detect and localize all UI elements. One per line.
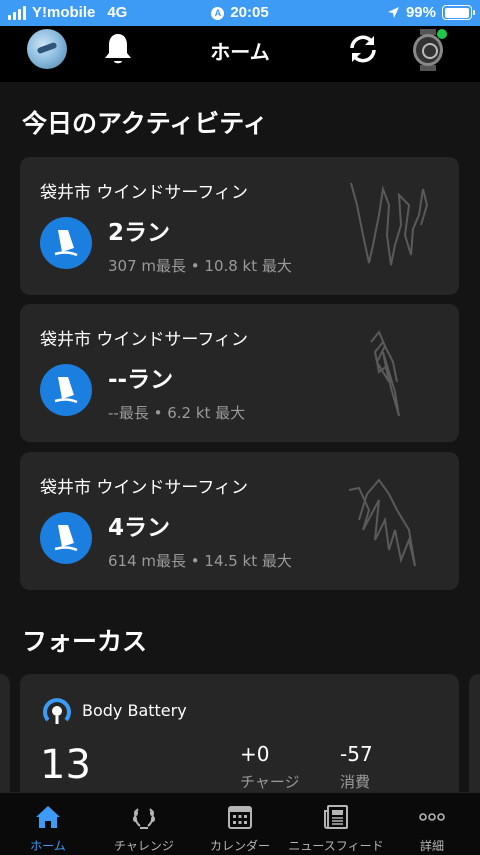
calendar-icon [228,806,252,829]
body-battery-icon [43,698,71,724]
status-time: 20:05 [230,4,269,21]
focus-section-title: フォーカス [22,627,148,656]
more-icon [419,813,445,821]
activity-runs: 4ラン [108,515,171,541]
activity-card[interactable]: 袋井市 ウインドサーフィン --ラン --最長 • 6.2 kt 最大 [20,304,459,442]
tab-more[interactable]: 詳細 [384,793,480,855]
tab-calendar[interactable]: カレンダー [192,793,288,855]
activity-location: 袋井市 ウインドサーフィン [40,183,249,203]
activity-card[interactable]: 袋井市 ウインドサーフィン 2ラン 307 m最長 • 10.8 kt 最大 [20,157,459,295]
charge-label: チャージ [240,773,300,791]
home-icon [36,806,60,828]
windsurf-icon [40,217,92,269]
location-arrow-icon [387,7,399,18]
activity-card[interactable]: 袋井市 ウインドサーフィン 4ラン 614 m最長 • 14.5 kt 最大 [20,452,459,590]
sync-icon[interactable] [346,33,380,65]
activity-stats: 307 m最長 • 10.8 kt 最大 [108,257,292,275]
body-battery-title: Body Battery [82,701,187,720]
focus-card-prev[interactable] [0,674,10,804]
tab-bar: ホーム チャレンジ カレンダー ニュースフィード 詳細 [0,792,480,855]
activity-location: 袋井市 ウインドサーフィン [40,330,249,350]
focus-card-next[interactable] [469,674,480,804]
tab-label: カレンダー [209,839,270,853]
orientation-lock-icon: A [211,7,225,20]
windsurf-icon [40,364,92,416]
status-right: 99% [387,4,475,21]
tab-label: 詳細 [419,839,444,853]
tab-label: ホーム [30,839,66,853]
windsurf-icon [40,512,92,564]
track-map-thumbnail [348,478,416,567]
tab-home[interactable]: ホーム [0,793,96,855]
charge-value: +0 [240,742,270,766]
battery-percent: 99% [405,4,436,21]
app-header: ホーム [0,26,480,82]
watch-device-icon[interactable] [408,29,448,71]
body-battery-value: 13 [40,742,91,788]
track-map-thumbnail [350,182,429,266]
activity-stats: 614 m最長 • 14.5 kt 最大 [108,552,292,570]
tab-label: ニュースフィード [288,839,384,853]
tab-label: チャレンジ [114,839,174,853]
track-map-thumbnail [370,330,400,417]
drain-label: 消費 [340,773,371,791]
tab-challenges[interactable]: チャレンジ [96,793,192,855]
activity-runs: 2ラン [108,220,171,246]
body-battery-card[interactable]: Body Battery 13 +0 チャージ -57 消費 [20,674,459,804]
drain-value: -57 [340,742,373,766]
activity-location: 袋井市 ウインドサーフィン [40,478,249,498]
newsfeed-icon [324,805,348,829]
activity-runs: --ラン [108,367,174,393]
battery-icon [442,5,475,20]
tab-newsfeed[interactable]: ニュースフィード [288,793,384,855]
watch-connected-dot [437,29,447,39]
today-section-title: 今日のアクティビティ [22,109,268,138]
activity-stats: --最長 • 6.2 kt 最大 [108,404,246,422]
status-bar: Y!mobile 4G A 20:05 99% [0,0,480,26]
laurel-icon [133,808,155,829]
